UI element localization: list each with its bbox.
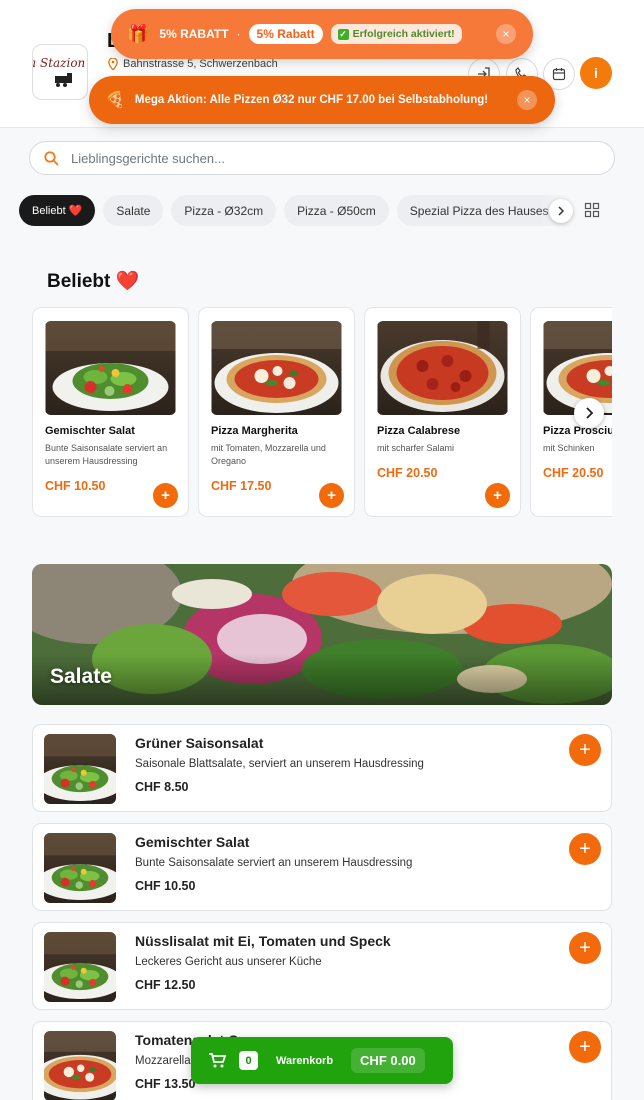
category-tab-pizza-32[interactable]: Pizza - Ø32cm (171, 195, 277, 226)
popular-card[interactable]: Pizza Margherita mit Tomaten, Mozzarella… (198, 307, 355, 517)
dish-name: Gemischter Salat (135, 834, 250, 850)
dish-image (44, 734, 116, 804)
dish-price: CHF 17.50 (211, 479, 272, 493)
dish-price: CHF 10.50 (135, 879, 196, 893)
popular-card[interactable]: Pizza Calabrese mit scharfer Salami CHF … (364, 307, 521, 517)
category-tabs: Beliebt ❤️ Salate Pizza - Ø32cm Pizza - … (19, 195, 609, 227)
category-tab-beliebt[interactable]: Beliebt ❤️ (19, 195, 96, 226)
train-icon (55, 73, 72, 87)
menu-item[interactable]: Gemischter Salat Bunte Saisonsalate serv… (32, 823, 612, 911)
activated-text: Erfolgreich aktiviert! (352, 28, 455, 40)
close-promo-toast-button[interactable]: × (517, 90, 537, 110)
search-bar[interactable] (29, 141, 615, 175)
gift-icon: 🎁 (127, 23, 150, 44)
cart-count-badge: 0 (239, 1051, 258, 1070)
dish-image (44, 932, 116, 1002)
chevron-right-icon (558, 206, 565, 216)
dish-name: Grüner Saisonsalat (135, 735, 264, 751)
dish-price: CHF 10.50 (45, 479, 106, 493)
add-to-cart-button[interactable]: + (485, 483, 510, 508)
dish-price: CHF 13.50 (135, 1077, 196, 1091)
add-to-cart-button[interactable]: + (569, 734, 601, 766)
pizza-icon: 🍕 (105, 92, 125, 109)
discount-title: 5% RABATT (159, 27, 229, 41)
promo-text: Mega Aktion: Alle Pizzen Ø32 nur CHF 17.… (134, 94, 489, 106)
add-to-cart-button[interactable]: + (153, 483, 178, 508)
dish-price: CHF 12.50 (135, 978, 196, 992)
separator-dot: · (236, 27, 241, 41)
discount-pill: 5% Rabatt (248, 24, 323, 44)
popular-carousel: Gemischter Salat Bunte Saisonsalate serv… (32, 307, 612, 519)
dish-description: mit Schinken (543, 443, 595, 453)
categories-scroll-right-button[interactable] (549, 199, 573, 223)
restaurant-address: Bahnstrasse 5, Schwerzenbach (108, 58, 278, 70)
category-tab-salate[interactable]: Salate (103, 195, 164, 226)
dish-description: Mozzarella (135, 1055, 191, 1067)
info-icon: i (594, 65, 598, 81)
promo-toast: 🍕 Mega Aktion: Alle Pizzen Ø32 nur CHF 1… (89, 76, 555, 124)
dish-image (211, 321, 342, 415)
popular-scroll-right-button[interactable] (574, 398, 604, 428)
category-tab-pizza-50[interactable]: Pizza - Ø50cm (284, 195, 389, 226)
dish-price: CHF 8.50 (135, 780, 189, 794)
dish-description: Leckeres Gericht aus unserer Küche (135, 956, 322, 968)
dish-name: Pizza Prosciutto (543, 425, 612, 437)
category-banner-salate: Salate (32, 564, 612, 705)
dish-image (44, 833, 116, 903)
cart-button[interactable]: 0 Warenkorb CHF 0.00 (191, 1037, 453, 1084)
check-icon: ✓ (337, 28, 349, 40)
dish-description: Bunte Saisonsalate serviert an unserem H… (135, 857, 413, 869)
add-to-cart-button[interactable]: + (569, 833, 601, 865)
dish-price: CHF 20.50 (543, 466, 604, 480)
dish-name: Gemischter Salat (45, 425, 135, 437)
activated-badge: ✓ Erfolgreich aktiviert! (330, 24, 462, 44)
discount-toast: 🎁 5% RABATT · 5% Rabatt ✓ Erfolgreich ak… (111, 9, 533, 59)
close-discount-toast-button[interactable]: × (496, 24, 516, 44)
dish-description: Bunte Saisonsalate serviert an unserem H… (45, 443, 168, 466)
grid-icon (584, 202, 600, 218)
cart-total: CHF 0.00 (351, 1048, 425, 1073)
logo-text: a Stazion (32, 56, 86, 70)
dish-name: Pizza Calabrese (377, 425, 461, 437)
calendar-icon (552, 68, 566, 81)
chevron-right-icon (585, 407, 593, 419)
dish-description: mit scharfer Salami (377, 443, 455, 453)
cart-icon (209, 1053, 227, 1068)
add-to-cart-button[interactable]: + (319, 483, 344, 508)
dish-image (45, 321, 176, 415)
popular-section-title: Beliebt ❤️ (47, 271, 140, 292)
dish-description: Saisonale Blattsalate, serviert an unser… (135, 758, 424, 770)
dish-price: CHF 20.50 (377, 466, 438, 480)
popular-card[interactable]: Gemischter Salat Bunte Saisonsalate serv… (32, 307, 189, 517)
menu-item[interactable]: Grüner Saisonsalat Saisonale Blattsalate… (32, 724, 612, 812)
add-to-cart-button[interactable]: + (569, 1031, 601, 1063)
dish-image (377, 321, 508, 415)
add-to-cart-button[interactable]: + (569, 932, 601, 964)
dish-image (543, 321, 612, 415)
dish-description: mit Tomaten, Mozzarella und Oregano (211, 443, 326, 466)
salad-banner-image (32, 564, 612, 705)
search-input[interactable] (71, 150, 571, 166)
dish-name: Nüsslisalat mit Ei, Tomaten und Speck (135, 933, 391, 949)
search-icon (44, 150, 59, 165)
location-pin-icon (108, 58, 118, 70)
menu-item[interactable]: Nüsslisalat mit Ei, Tomaten und Speck Le… (32, 922, 612, 1010)
cart-label: Warenkorb (276, 1054, 334, 1067)
category-title: Salate (50, 665, 112, 688)
restaurant-logo: a Stazion (32, 44, 88, 100)
all-categories-button[interactable] (584, 202, 600, 223)
dish-name: Pizza Margherita (211, 425, 298, 437)
dish-image (44, 1031, 116, 1100)
info-button[interactable]: i (580, 57, 612, 89)
address-text: Bahnstrasse 5, Schwerzenbach (123, 58, 278, 70)
